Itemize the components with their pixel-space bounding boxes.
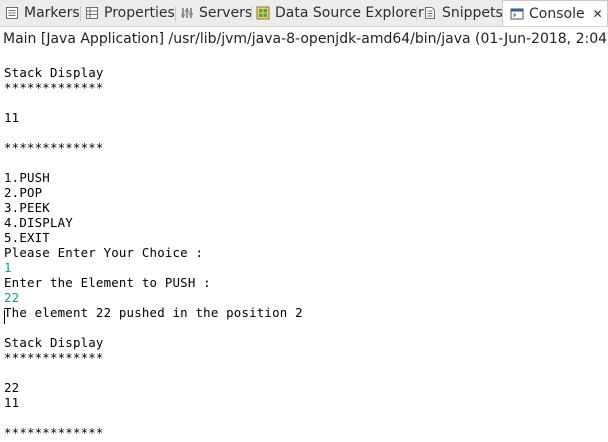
console-output-line: 3.PEEK bbox=[4, 200, 50, 215]
tab-label: Markers bbox=[24, 5, 80, 21]
console-output-line: ************* bbox=[4, 425, 104, 440]
tab-label: Servers bbox=[199, 5, 253, 21]
console-output-line: 1.PUSH bbox=[4, 170, 50, 185]
console-output-line: Stack Display bbox=[4, 335, 104, 350]
tab-divider bbox=[416, 6, 417, 21]
properties-icon bbox=[85, 6, 99, 20]
console-input-line: 1 bbox=[4, 260, 12, 275]
tab-properties[interactable]: Properties bbox=[85, 0, 175, 26]
console-output-line: ************* bbox=[4, 350, 104, 365]
snippets-icon bbox=[423, 6, 437, 20]
console-output-line: ************* bbox=[4, 140, 104, 155]
tab-servers[interactable]: Servers bbox=[180, 0, 252, 26]
console-output-line: 22 bbox=[4, 380, 20, 395]
console-output-line: 5.EXIT bbox=[4, 230, 50, 245]
close-icon[interactable]: ✕ bbox=[593, 7, 603, 21]
console-output-line: 2.POP bbox=[4, 185, 43, 200]
tab-markers[interactable]: Markers bbox=[5, 0, 80, 26]
tab-console[interactable]: Console ✕ bbox=[502, 0, 608, 26]
console-output-line: The element 22 pushed in the position 2 bbox=[4, 305, 303, 320]
tab-label: Snippets bbox=[442, 5, 503, 21]
tab-label: Data Source Explorer bbox=[275, 5, 424, 21]
tab-divider bbox=[251, 6, 252, 21]
console-output[interactable]: Stack Display ************* 11 ************… bbox=[0, 52, 608, 442]
tab-label: Console bbox=[529, 5, 585, 22]
console-output-line: 11 bbox=[4, 395, 20, 410]
tab-label: Properties bbox=[104, 5, 175, 21]
data-source-explorer-icon bbox=[256, 6, 270, 20]
console-output-line: 11 bbox=[4, 110, 20, 125]
tab-snippets[interactable]: Snippets bbox=[423, 0, 503, 26]
view-tab-bar: Markers Properties Servers Data Source E… bbox=[0, 0, 608, 27]
tab-divider bbox=[80, 6, 81, 21]
console-output-line: 4.DISPLAY bbox=[4, 215, 73, 230]
markers-icon bbox=[5, 6, 19, 20]
process-description: Main [Java Application] /usr/lib/jvm/jav… bbox=[3, 31, 608, 47]
servers-icon bbox=[180, 6, 194, 20]
console-output-line: Please Enter Your Choice : bbox=[4, 245, 204, 260]
console-icon bbox=[510, 7, 524, 21]
console-output-line: Enter the Element to PUSH : bbox=[4, 275, 211, 290]
console-output-line: Stack Display bbox=[4, 65, 104, 80]
console-input-line: 22 bbox=[4, 290, 20, 305]
console-output-line: ************* bbox=[4, 80, 104, 95]
tab-divider bbox=[175, 6, 176, 21]
tab-data-source-explorer[interactable]: Data Source Explorer bbox=[256, 0, 424, 26]
